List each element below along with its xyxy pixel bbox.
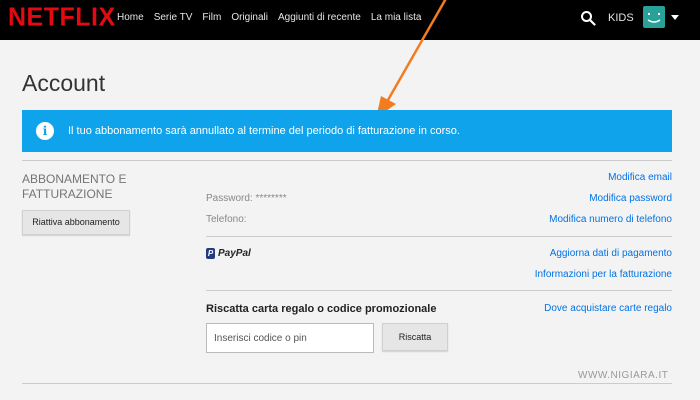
netflix-logo[interactable]: NETFLIX <box>8 2 116 32</box>
main-nav: Home Serie TV Film Originali Aggiunti di… <box>117 12 421 23</box>
update-payment-link[interactable]: Aggiorna dati di pagamento <box>550 248 672 259</box>
row-divider <box>206 290 672 291</box>
nav-recently-added[interactable]: Aggiunti di recente <box>278 12 361 23</box>
payment-method: P PayPal <box>206 248 251 259</box>
row-divider <box>206 236 672 237</box>
section-divider <box>22 160 672 161</box>
password-label: Password: <box>206 193 253 204</box>
membership-section-title: ABBONAMENTO E FATTURAZIONE <box>22 172 127 201</box>
info-icon: i <box>36 122 54 140</box>
nav-tv-series[interactable]: Serie TV <box>154 12 193 23</box>
nav-my-list[interactable]: La mia lista <box>371 12 422 23</box>
search-icon[interactable] <box>580 10 596 26</box>
password-value: ******** <box>255 193 287 204</box>
avatar[interactable] <box>643 6 665 28</box>
kids-link[interactable]: KIDS <box>608 12 634 24</box>
chevron-down-icon[interactable] <box>671 15 679 20</box>
promo-code-input[interactable] <box>206 323 374 353</box>
phone-label: Telefono: <box>206 214 247 225</box>
where-to-buy-gift-cards-link[interactable]: Dove acquistare carte regalo <box>544 303 672 314</box>
payment-method-name: PayPal <box>218 248 251 259</box>
redeem-button[interactable]: Riscatta <box>382 323 448 351</box>
watermark: WWW.NIGIARA.IT <box>578 370 669 381</box>
billing-details-link[interactable]: Informazioni per la fatturazione <box>535 269 672 280</box>
promo-title: Riscatta carta regalo o codice promozion… <box>206 303 437 315</box>
nav-films[interactable]: Film <box>202 12 221 23</box>
cancellation-alert: i Il tuo abbonamento sarà annullato al t… <box>22 110 672 152</box>
nav-home[interactable]: Home <box>117 12 144 23</box>
alert-message: Il tuo abbonamento sarà annullato al ter… <box>68 125 460 137</box>
smile-icon <box>647 13 661 23</box>
nav-originals[interactable]: Originali <box>231 12 268 23</box>
top-navigation-bar: NETFLIX Home Serie TV Film Originali Agg… <box>0 0 700 40</box>
change-phone-link[interactable]: Modifica numero di telefono <box>549 214 672 225</box>
reactivate-membership-button[interactable]: Riattiva abbonamento <box>22 210 130 235</box>
page-title: Account <box>22 70 106 96</box>
change-email-link[interactable]: Modifica email <box>608 172 672 183</box>
password-row: Password: ******** <box>206 193 287 204</box>
change-password-link[interactable]: Modifica password <box>589 193 672 204</box>
section-divider <box>22 383 672 384</box>
paypal-icon: P <box>206 248 215 259</box>
